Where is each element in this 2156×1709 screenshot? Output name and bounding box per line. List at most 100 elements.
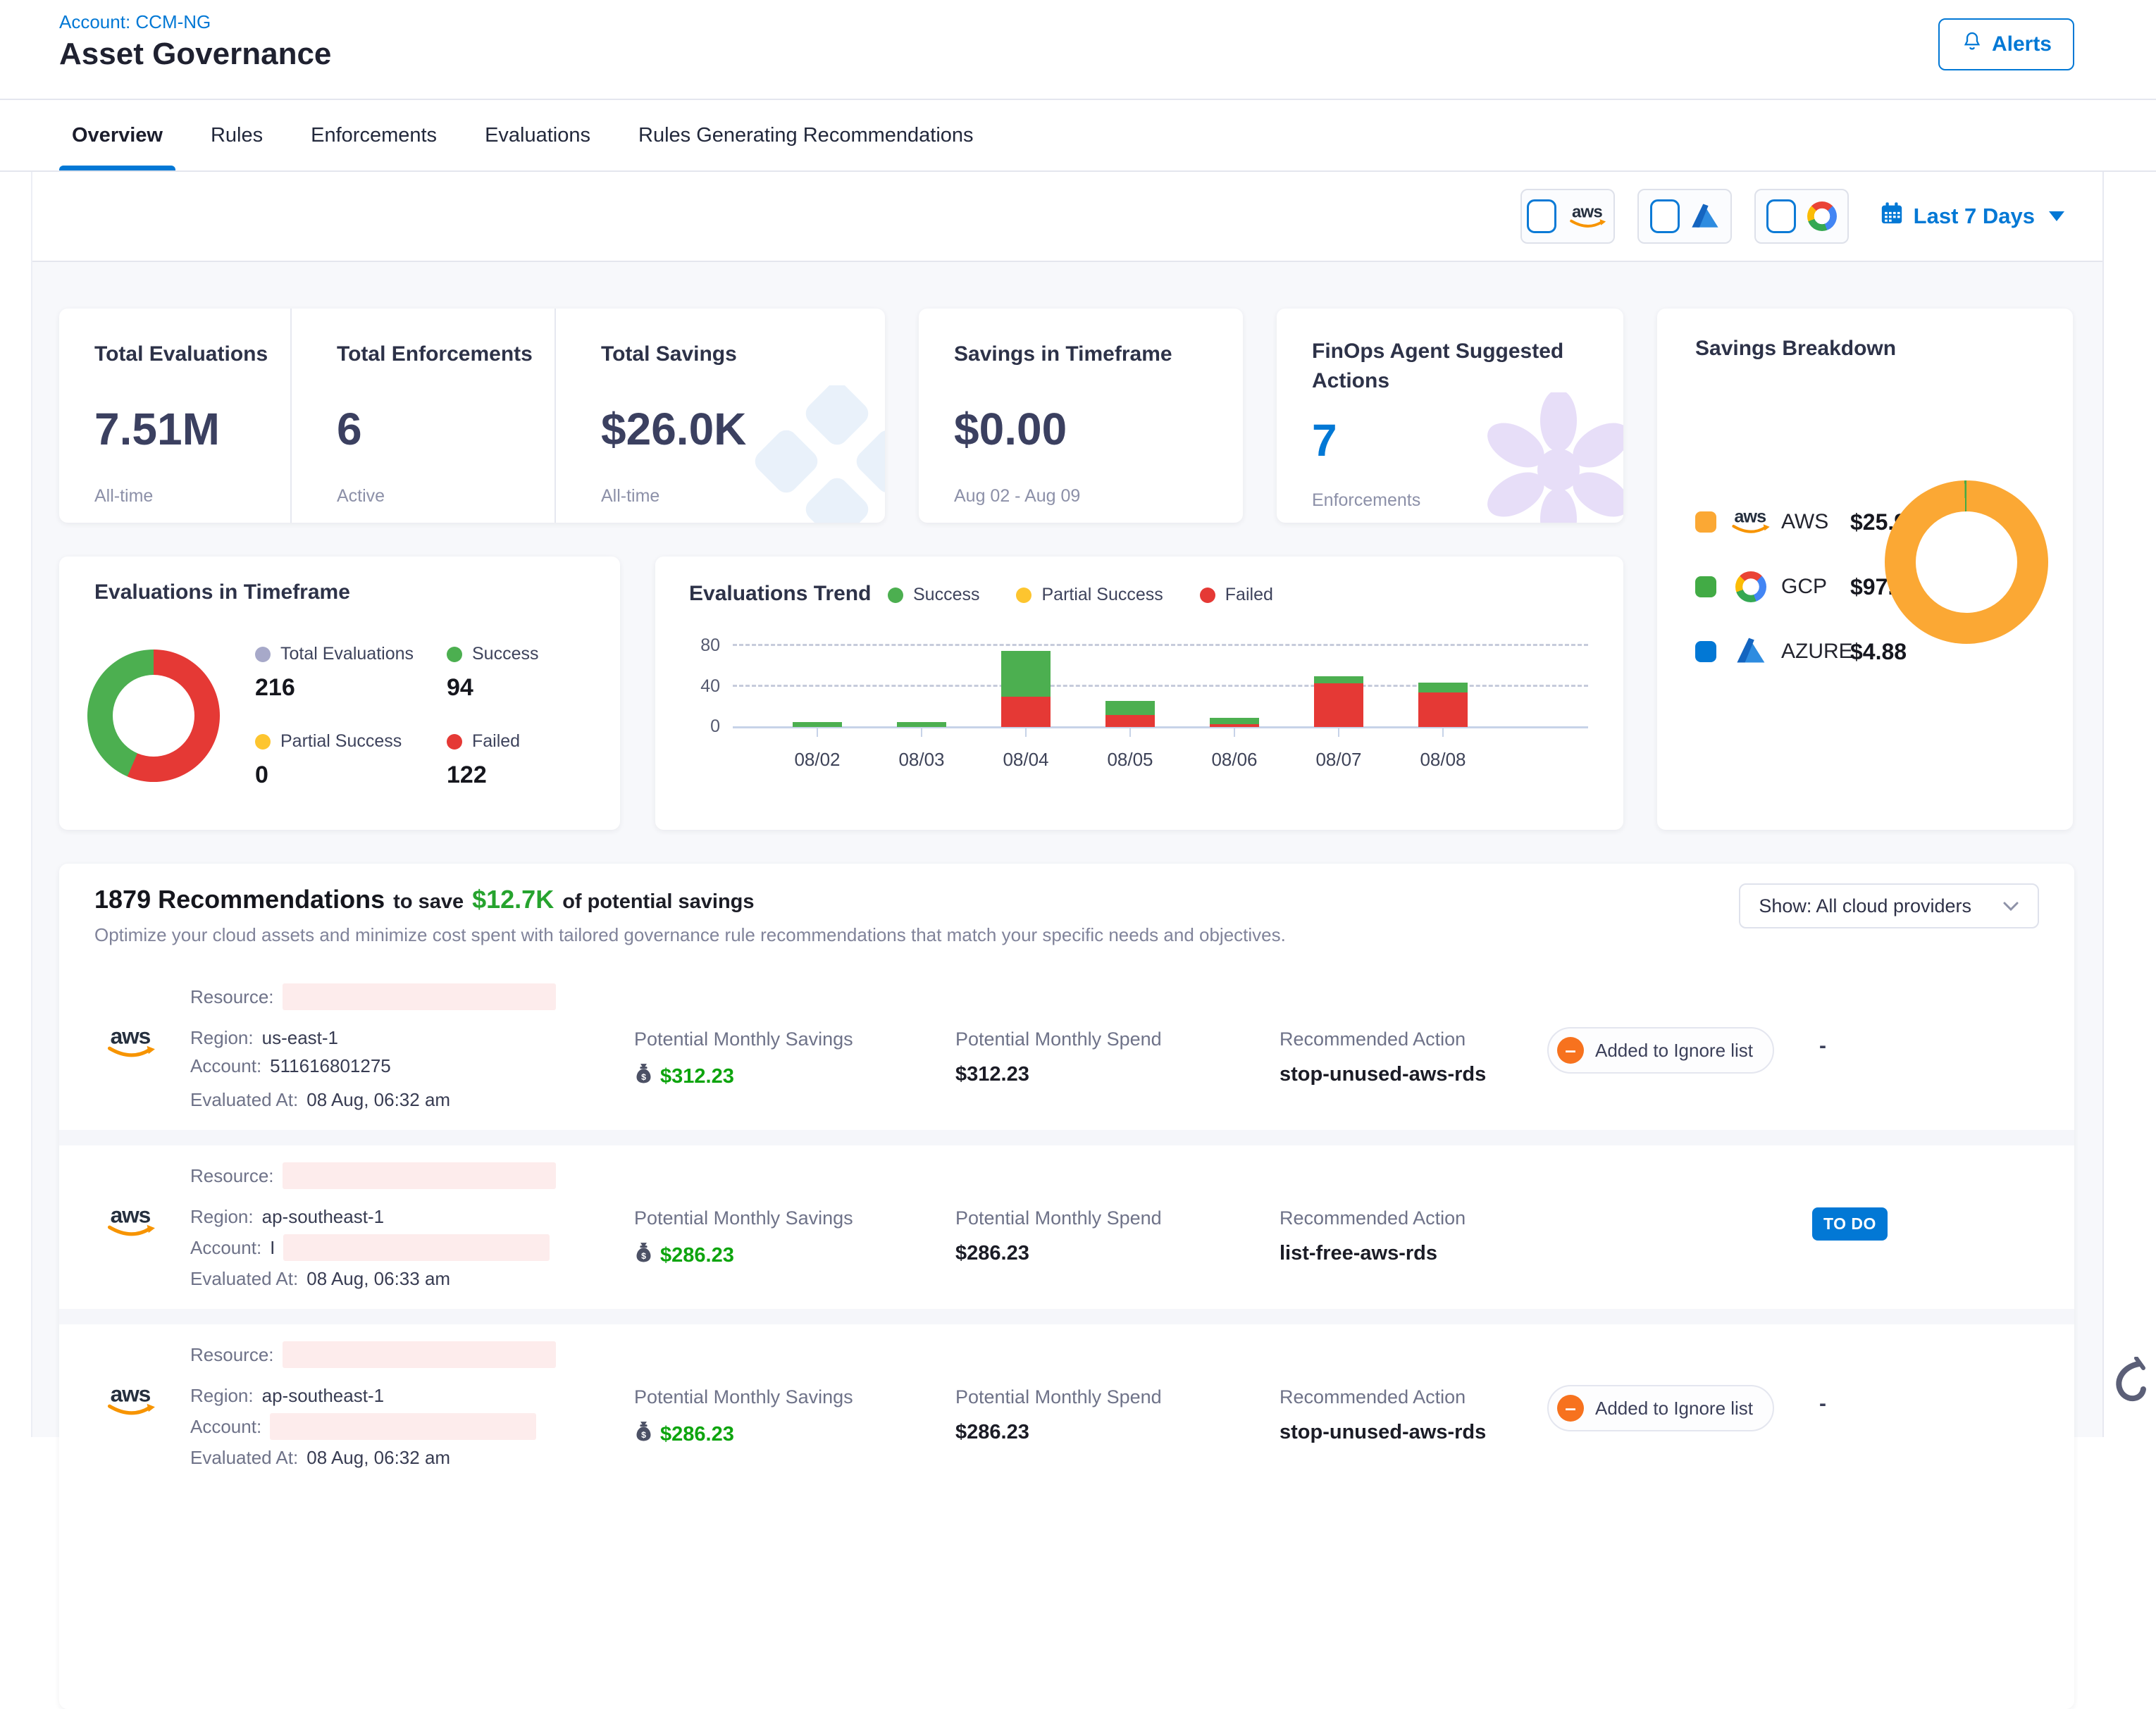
account-link[interactable]: Account: CCM-NG: [59, 11, 211, 33]
gcp-logo: [1735, 571, 1766, 602]
trend-legend-item: Failed: [1200, 585, 1273, 605]
card-title: Evaluations Trend: [689, 582, 871, 606]
date-range-picker[interactable]: Last 7 Days: [1880, 201, 2064, 231]
aws-filter-toggle[interactable]: aws: [1520, 189, 1615, 244]
svg-text:$: $: [641, 1430, 646, 1440]
x-axis-tick: 08/07: [1287, 749, 1391, 771]
evaluations-legend-item: Failed122: [447, 731, 620, 789]
card-title: FinOps Agent Suggested Actions: [1312, 337, 1566, 396]
savings-header: Potential Monthly Savings: [634, 1028, 853, 1050]
stat-title: Total Enforcements: [337, 342, 555, 366]
recommendations-list: aws Resource: Region: us-east-1 Account: 5…: [59, 967, 2074, 1488]
recommendations-heading: 1879 Recommendations to save $12.7K of p…: [94, 885, 755, 914]
savings-in-timeframe-card: Savings in Timeframe $0.00 Aug 02 - Aug …: [919, 309, 1243, 523]
azure-checkbox[interactable]: [1650, 199, 1680, 233]
provider-name: GCP: [1781, 575, 1850, 599]
aws-checkbox[interactable]: [1527, 199, 1556, 233]
account-value: 511616801275: [270, 1055, 391, 1077]
date-range-label: Last 7 Days: [1914, 204, 2035, 229]
legend-value: 122: [447, 762, 620, 789]
y-axis-tick: 80: [683, 635, 720, 656]
trend-legend-item: Partial Success: [1016, 585, 1163, 605]
aws-logo: aws: [1568, 201, 1608, 232]
dropdown-label: Show: All cloud providers: [1759, 895, 1971, 917]
legend-label: Total Evaluations: [280, 644, 414, 664]
legend-label: Success: [472, 644, 538, 664]
tab-evaluations[interactable]: Evaluations: [483, 100, 592, 170]
stat-title: Total Savings: [601, 342, 885, 366]
evaluations-legend: Total Evaluations216Success94Partial Suc…: [255, 644, 620, 789]
bar-08/04: [974, 646, 1078, 727]
spend-value: $286.23: [955, 1421, 1029, 1444]
minus-icon: –: [1557, 1395, 1584, 1422]
tab-enforcements[interactable]: Enforcements: [309, 100, 438, 170]
evaluated-label: Evaluated At:: [190, 1447, 298, 1469]
alerts-button[interactable]: Alerts: [1938, 18, 2074, 70]
spend-value: $286.23: [955, 1242, 1029, 1265]
region-value: us-east-1: [262, 1027, 338, 1049]
money-bag-icon: $: [634, 1421, 653, 1448]
heading-text: of potential savings: [562, 890, 754, 914]
row-separator: [59, 1309, 2074, 1324]
success-segment: [1210, 718, 1259, 724]
legend-color-swatch: [1695, 641, 1716, 662]
gcp-checkbox[interactable]: [1766, 199, 1796, 233]
bar-08/07: [1287, 646, 1391, 727]
ignore-badge-label: Added to Ignore list: [1595, 1040, 1753, 1062]
calendar-icon: [1880, 201, 1904, 231]
evaluated-label: Evaluated At:: [190, 1089, 298, 1111]
aws-logo: aws: [104, 1023, 158, 1063]
success-segment: [1105, 701, 1155, 715]
y-axis-tick: 0: [683, 716, 720, 737]
corner-widget-icon[interactable]: [2108, 1357, 2150, 1438]
stat-value: $26.0K: [601, 403, 885, 455]
redacted-resource: [283, 1162, 556, 1189]
spend-header: Potential Monthly Spend: [955, 1386, 1162, 1408]
potential-monthly-savings: Potential Monthly Savings $$286.23: [634, 1386, 853, 1448]
ignore-badge-label: Added to Ignore list: [1595, 1398, 1753, 1419]
recommendations-card: 1879 Recommendations to save $12.7K of p…: [59, 864, 2074, 1709]
aws-logo: aws: [104, 1381, 158, 1421]
legend-label: Partial Success: [1041, 585, 1163, 605]
legend-color-swatch: [1695, 576, 1716, 597]
resource-label: Resource:: [190, 986, 274, 1008]
ignore-badge[interactable]: – Added to Ignore list: [1547, 1385, 1774, 1431]
ignore-badge[interactable]: – Added to Ignore list: [1547, 1027, 1774, 1074]
legend-label: Partial Success: [280, 731, 402, 752]
potential-monthly-savings: Potential Monthly Savings $$312.23: [634, 1028, 853, 1090]
gcp-filter-toggle[interactable]: [1754, 189, 1849, 244]
savings-header: Potential Monthly Savings: [634, 1207, 853, 1229]
trend-legend: SuccessPartial SuccessFailed: [888, 585, 1273, 605]
svg-text:aws: aws: [111, 1023, 151, 1048]
legend-value: 0: [255, 762, 447, 789]
account-label: Account:: [190, 1237, 261, 1259]
no-value-dash: -: [1819, 1034, 1826, 1058]
money-bag-icon: $: [634, 1242, 653, 1269]
minus-icon: –: [1557, 1037, 1584, 1064]
savings-breakdown-donut: [1885, 480, 2048, 644]
tab-rules-generating-recommendations[interactable]: Rules Generating Recommendations: [637, 100, 975, 170]
x-axis-tick: 08/04: [974, 749, 1078, 771]
action-value: list-free-aws-rds: [1280, 1242, 1437, 1265]
x-axis-tick: 08/03: [869, 749, 974, 771]
recommendation-row: aws Resource: Region:us-east-1 Account:5…: [59, 967, 2074, 1130]
account-value: I: [270, 1237, 275, 1259]
x-axis-tick: 08/02: [765, 749, 869, 771]
azure-logo: [1736, 636, 1766, 667]
azure-logo: [1691, 202, 1719, 230]
right-strip: [2102, 0, 2156, 1437]
provider-name: AZURE: [1781, 640, 1850, 664]
azure-filter-toggle[interactable]: [1637, 189, 1732, 244]
region-value: ap-southeast-1: [262, 1385, 384, 1407]
filter-bar: aws Last 7 Days: [0, 172, 2104, 262]
cloud-provider-filter-dropdown[interactable]: Show: All cloud providers: [1739, 883, 2039, 928]
region-label: Region:: [190, 1206, 254, 1228]
tab-rules[interactable]: Rules: [209, 100, 264, 170]
region-value: ap-southeast-1: [262, 1206, 384, 1228]
provider-toggle-group: aws: [1520, 189, 1849, 244]
evaluations-legend-item: Success94: [447, 644, 620, 702]
account-label: Account:: [190, 1055, 261, 1077]
card-title: Evaluations in Timeframe: [94, 580, 350, 604]
legend-dot: [255, 647, 271, 662]
tab-overview[interactable]: Overview: [70, 100, 164, 170]
